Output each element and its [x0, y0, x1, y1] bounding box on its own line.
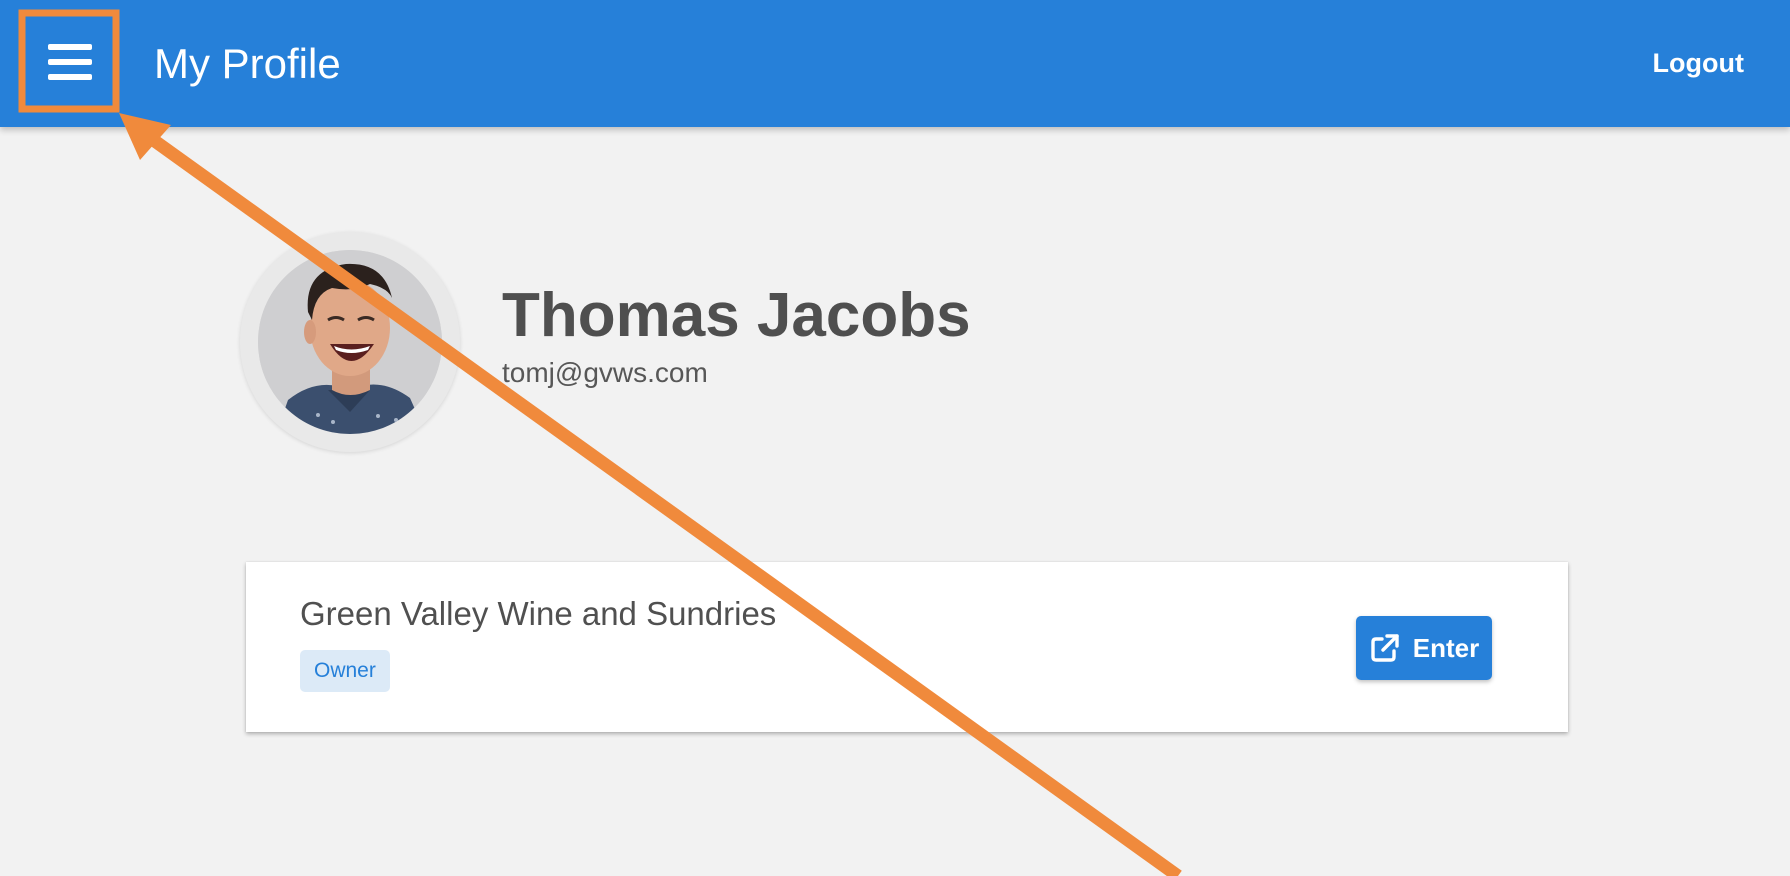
- enter-button-label: Enter: [1412, 633, 1480, 663]
- external-link-icon: [1371, 634, 1399, 662]
- avatar: [240, 232, 460, 452]
- logout-button[interactable]: Logout: [1653, 45, 1744, 81]
- page-title: My Profile: [154, 40, 341, 87]
- enter-button[interactable]: Enter: [1356, 616, 1492, 680]
- user-name: Thomas Jacobs: [502, 281, 971, 350]
- menu-button[interactable]: [20, 10, 120, 114]
- hamburger-menu-icon: [48, 44, 92, 80]
- organization-name: Green Valley Wine and Sundries: [300, 595, 777, 632]
- organization-card: Green Valley Wine and Sundries Owner Ent…: [246, 562, 1568, 732]
- avatar-image: [258, 250, 442, 434]
- annotation-overlay: [18, 9, 1182, 876]
- app-bar: My Profile Logout: [0, 0, 1790, 127]
- profile-page: My Profile Logout Thomas Jacobs tomj@gvw…: [0, 0, 1790, 876]
- avatar-photo: [258, 250, 442, 434]
- role-badge: Owner: [300, 650, 390, 692]
- user-email: tomj@gvws.com: [502, 357, 708, 388]
